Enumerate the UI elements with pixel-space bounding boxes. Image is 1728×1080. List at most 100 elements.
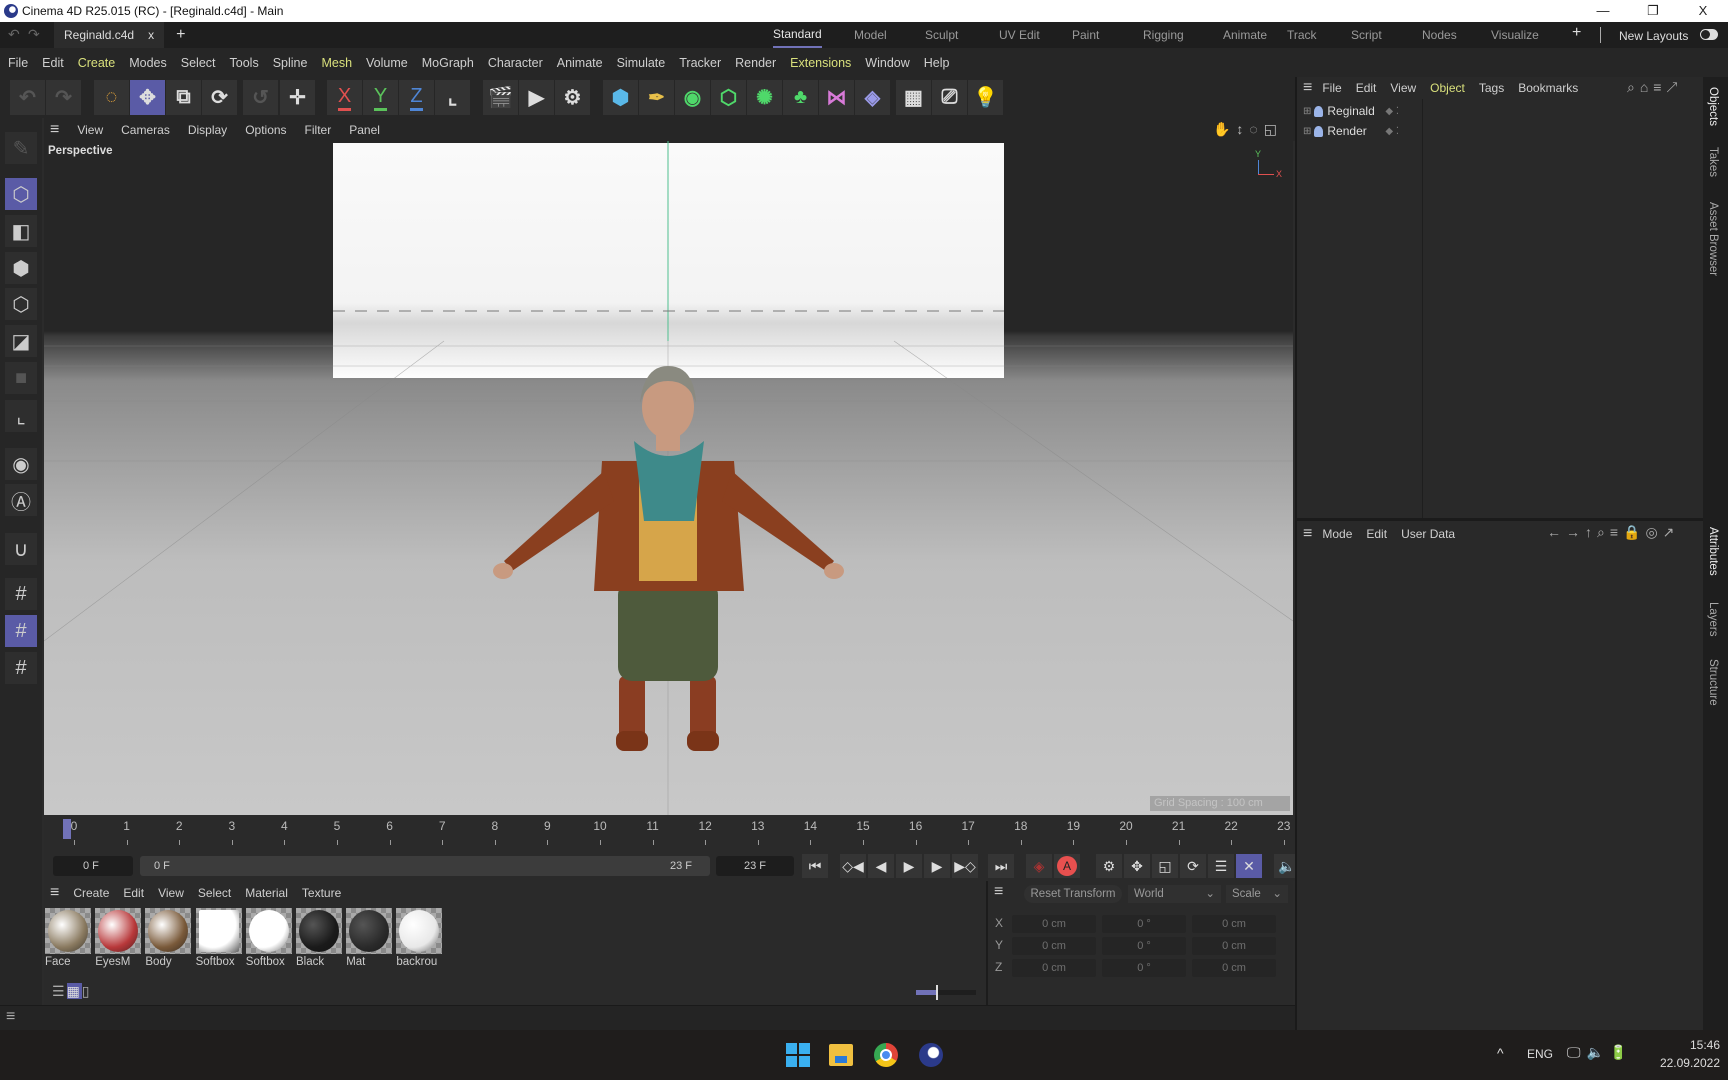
layout-tab-rigging[interactable]: Rigging xyxy=(1143,22,1184,48)
material-item[interactable]: Mat xyxy=(346,908,393,971)
workplane-axis-icon[interactable]: # xyxy=(5,652,37,684)
transform-tool-icon[interactable]: ✛ xyxy=(280,80,315,115)
menu-window[interactable]: Window xyxy=(865,56,909,70)
reset-transform-button[interactable]: Reset Transform xyxy=(1024,885,1122,903)
menu-tracker[interactable]: Tracker xyxy=(679,56,721,70)
menu-character[interactable]: Character xyxy=(488,56,543,70)
menu-render[interactable]: Render xyxy=(735,56,776,70)
workplane-lock-icon[interactable]: # xyxy=(5,615,37,647)
pen-spline-icon[interactable]: ✒ xyxy=(639,80,674,115)
layout-tab-script[interactable]: Script xyxy=(1351,22,1382,48)
object-menu-edit[interactable]: Edit xyxy=(1356,81,1377,95)
attributes-menu-user-data[interactable]: User Data xyxy=(1401,527,1455,541)
layout-tab-paint[interactable]: Paint xyxy=(1072,22,1099,48)
clock-time[interactable]: 15:46 xyxy=(1660,1038,1720,1052)
polygons-mode-icon[interactable]: ◪ xyxy=(5,325,37,357)
move-tool-icon[interactable]: ✥ xyxy=(130,80,165,115)
key-pla-icon[interactable]: ✕ xyxy=(1236,854,1262,878)
rotate-tool-icon[interactable]: ⟳ xyxy=(202,80,237,115)
viewport-menu-options[interactable]: Options xyxy=(245,123,286,137)
layout-tab-standard[interactable]: Standard xyxy=(773,22,822,48)
layout-tab-uv-edit[interactable]: UV Edit xyxy=(999,22,1040,48)
language-indicator[interactable]: ENG xyxy=(1527,1047,1553,1061)
menu-help[interactable]: Help xyxy=(924,56,950,70)
size-z-field[interactable]: 0 cm xyxy=(1192,959,1276,977)
redo-icon[interactable]: ↷ xyxy=(28,26,40,43)
size-x-field[interactable]: 0 cm xyxy=(1192,915,1276,933)
viewport-menu-filter[interactable]: Filter xyxy=(305,123,332,137)
layout-tab-nodes[interactable]: Nodes xyxy=(1422,22,1457,48)
autodesk-mode-icon[interactable]: Ⓐ xyxy=(5,484,37,516)
menu-select[interactable]: Select xyxy=(181,56,216,70)
menu-edit[interactable]: Edit xyxy=(42,56,64,70)
material-item[interactable]: Body xyxy=(145,908,192,971)
viewport-menu-cameras[interactable]: Cameras xyxy=(121,123,170,137)
workplane-icon[interactable]: # xyxy=(5,578,37,610)
material-menu-select[interactable]: Select xyxy=(198,886,231,900)
object-hamburger-icon[interactable]: ≡ xyxy=(1303,79,1312,97)
render-view-icon[interactable]: 🎬 xyxy=(483,80,518,115)
deformer-icon[interactable]: ⋈ xyxy=(819,80,854,115)
cloner-icon[interactable]: ✺ xyxy=(747,80,782,115)
layout-tab-track[interactable]: Track xyxy=(1287,22,1317,48)
side-tab-asset-browser[interactable]: Asset Browser xyxy=(1707,202,1719,276)
pos-y-field[interactable]: 0 cm xyxy=(1012,937,1096,955)
record-keys-icon[interactable]: ◈ xyxy=(1026,854,1052,878)
start-button[interactable] xyxy=(786,1043,810,1067)
menu-create[interactable]: Create xyxy=(78,56,116,70)
model-mode-icon[interactable]: ⬡ xyxy=(5,178,37,210)
autokeying-button[interactable]: A xyxy=(1054,854,1080,878)
maximize-button[interactable]: ❐ xyxy=(1630,0,1676,22)
pos-z-field[interactable]: 0 cm xyxy=(1012,959,1096,977)
close-tab-button[interactable]: x xyxy=(148,28,154,42)
document-tab[interactable]: Reginald.c4d x xyxy=(54,22,165,48)
layer-visibility-icon[interactable]: ◆ ⁚ xyxy=(1385,106,1399,117)
viewport-hamburger-icon[interactable]: ≡ xyxy=(50,121,59,139)
frame-range-slider[interactable]: 0 F 23 F xyxy=(140,856,710,876)
axis-mode-icon[interactable]: ⌞ xyxy=(5,400,37,432)
new-layouts-toggle[interactable] xyxy=(1700,29,1718,40)
thumbnail-size-slider[interactable] xyxy=(916,985,976,1000)
material-item[interactable]: backrou xyxy=(396,908,443,971)
render-settings-icon[interactable]: ⚙ xyxy=(555,80,590,115)
redo-button[interactable]: ↷ xyxy=(46,80,81,115)
view-mode-icons[interactable]: ☰▦▯ xyxy=(52,983,112,1001)
subdivision-generator-icon[interactable]: ◉ xyxy=(675,80,710,115)
texture-mode-icon[interactable]: ◧ xyxy=(5,215,37,247)
camera-icon[interactable]: ⎚ xyxy=(932,80,967,115)
material-item[interactable]: Softbox xyxy=(195,908,242,971)
material-menu-material[interactable]: Material xyxy=(245,886,288,900)
go-to-end-icon[interactable]: ⏭ xyxy=(988,854,1014,878)
z-axis-lock-button[interactable]: Z xyxy=(399,80,434,115)
object-row[interactable]: ⊞ Reginald ◆ ⁚ xyxy=(1303,101,1423,121)
side-tab-takes[interactable]: Takes xyxy=(1707,147,1719,177)
menu-simulate[interactable]: Simulate xyxy=(617,56,666,70)
menu-volume[interactable]: Volume xyxy=(366,56,408,70)
x-axis-lock-button[interactable]: X xyxy=(327,80,362,115)
size-y-field[interactable]: 0 cm xyxy=(1192,937,1276,955)
make-editable-icon[interactable]: ✎ xyxy=(5,132,37,164)
material-menu-edit[interactable]: Edit xyxy=(123,886,144,900)
scale-tool-icon[interactable]: ⧉ xyxy=(166,80,201,115)
points-mode-icon[interactable]: ⬢ xyxy=(5,252,37,284)
material-menu-texture[interactable]: Texture xyxy=(302,886,341,900)
key-parameter-icon[interactable]: ☰ xyxy=(1208,854,1234,878)
undo-button[interactable]: ↶ xyxy=(10,80,45,115)
menu-modes[interactable]: Modes xyxy=(129,56,167,70)
object-menu-object[interactable]: Object xyxy=(1430,81,1465,95)
viewport-navigation-icons[interactable]: ✋↕◌◱ xyxy=(1213,121,1283,138)
attributes-menu-mode[interactable]: Mode xyxy=(1322,527,1352,541)
size-mode-dropdown[interactable]: Scale ⌄ xyxy=(1226,885,1288,903)
menu-animate[interactable]: Animate xyxy=(557,56,603,70)
add-layout-button[interactable]: + xyxy=(1572,24,1581,42)
viewport-menu-panel[interactable]: Panel xyxy=(349,123,380,137)
attributes-menu-edit[interactable]: Edit xyxy=(1366,527,1387,541)
timeline-ruler[interactable]: 0 1 2 3 4 5 6 7 8 9 10 11 12 13 14 15 16 17 18 19 20 21 22 23 xyxy=(44,815,1295,851)
rot-z-field[interactable]: 0 ° xyxy=(1102,959,1186,977)
viewport-menu-display[interactable]: Display xyxy=(188,123,227,137)
layout-tab-model[interactable]: Model xyxy=(854,22,887,48)
extrude-generator-icon[interactable]: ⬡ xyxy=(711,80,746,115)
coordinates-hamburger-icon[interactable]: ≡ xyxy=(994,883,1003,901)
play-icon[interactable]: ▶ xyxy=(896,854,922,878)
cinema4d-taskbar-icon[interactable] xyxy=(919,1043,943,1067)
